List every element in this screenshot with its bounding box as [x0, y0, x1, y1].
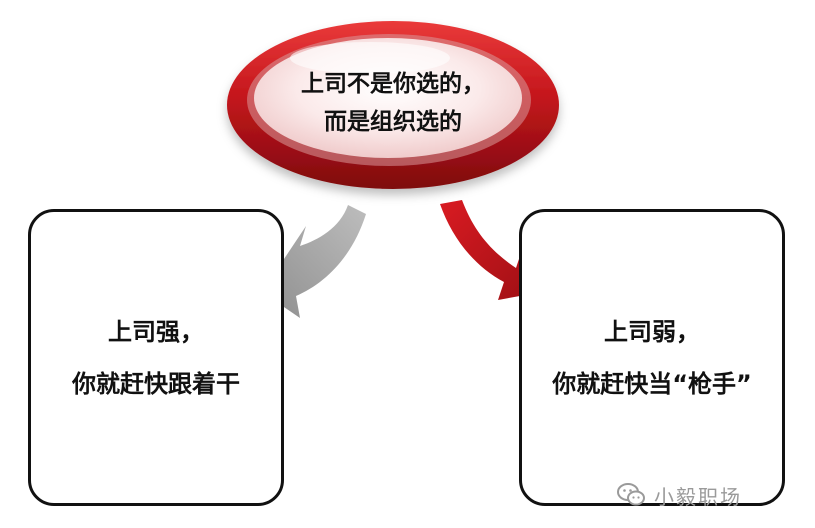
left-box-line-2: 你就赶快跟着干 [72, 369, 240, 398]
title-badge [227, 21, 559, 189]
watermark: 小毅职场 [616, 480, 742, 510]
right-box: 上司弱， 你就赶快当“枪手” [519, 209, 785, 506]
right-box-line-2: 你就赶快当“枪手” [552, 369, 752, 398]
watermark-text: 小毅职场 [654, 484, 742, 509]
left-box: 上司强， 你就赶快跟着干 [28, 209, 284, 506]
left-box-line-1: 上司强， [108, 317, 204, 346]
title-line-1: 上司不是你选的， [301, 70, 485, 97]
wechat-icon [617, 483, 645, 506]
title-line-2: 而是组织选的 [324, 108, 462, 135]
right-box-line-1: 上司弱， [604, 317, 700, 346]
